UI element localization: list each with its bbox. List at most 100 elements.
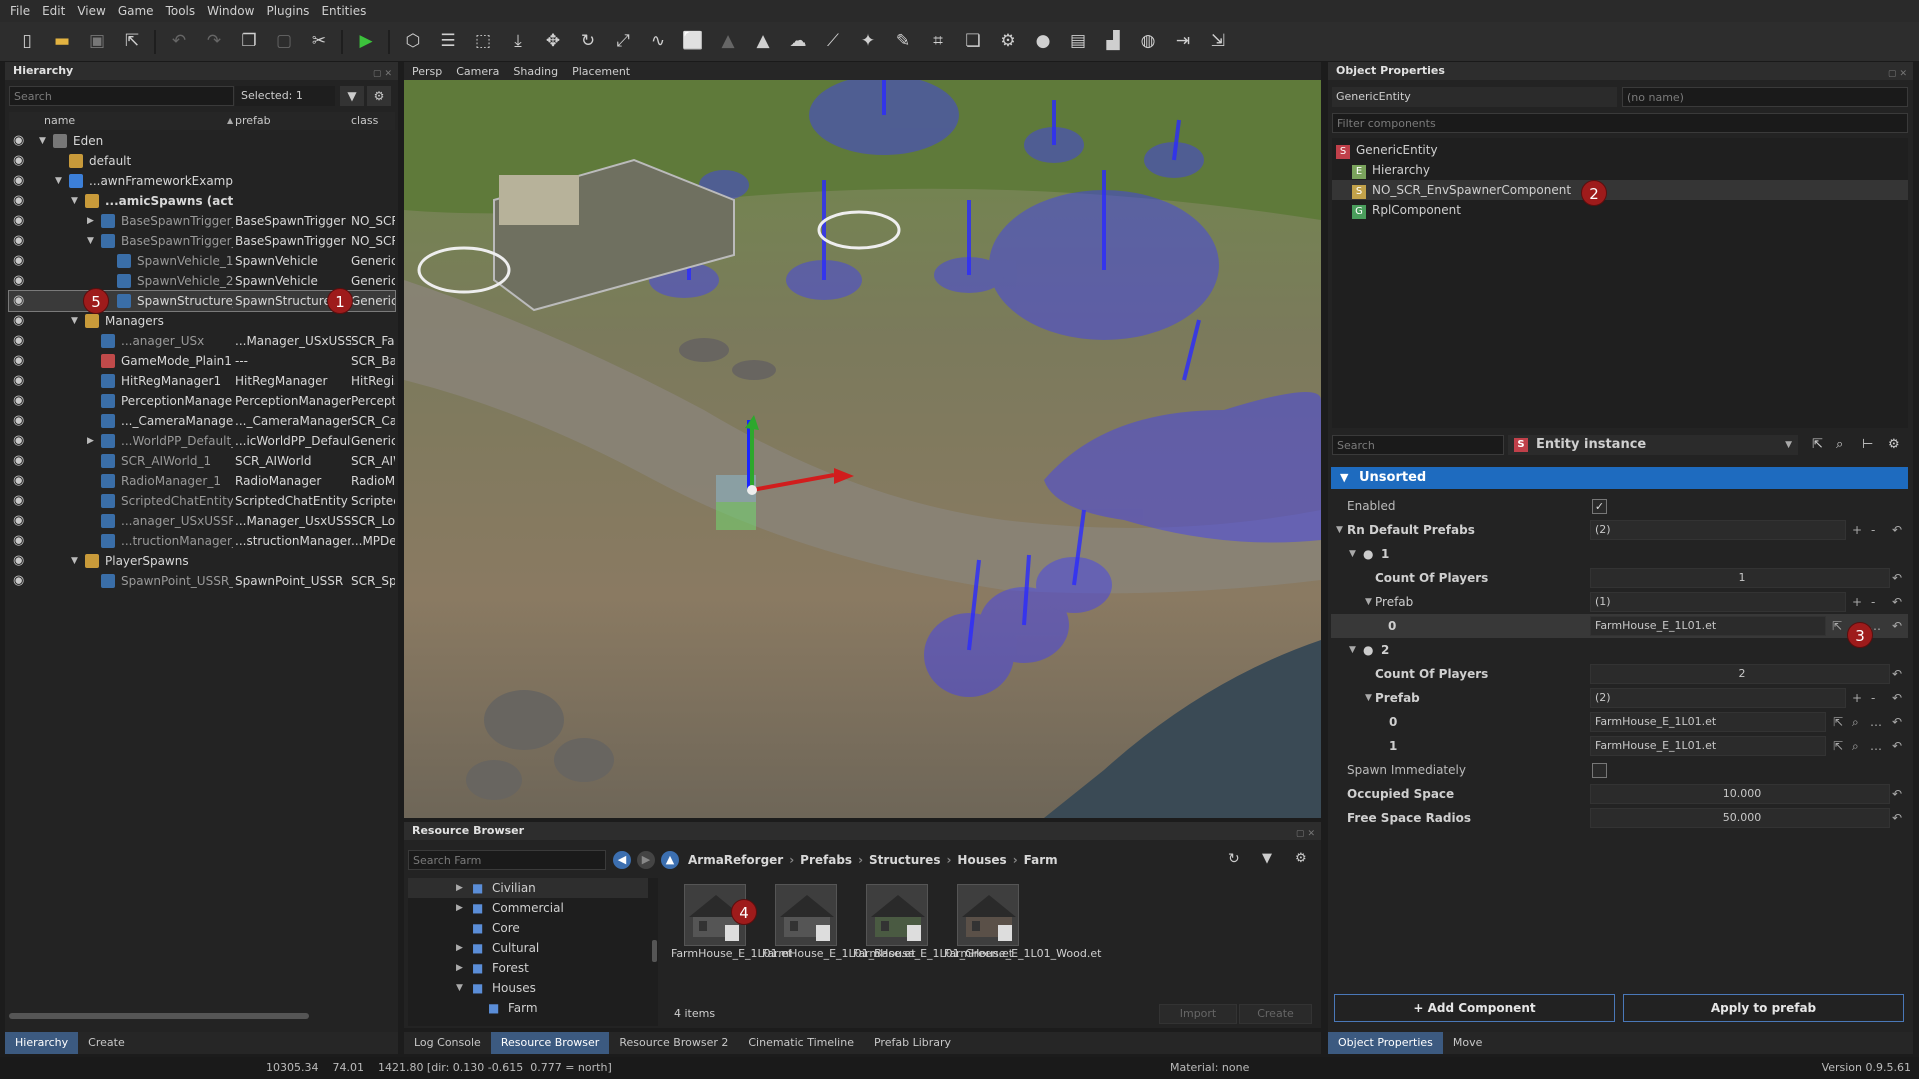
tree-scrollbar[interactable] bbox=[652, 940, 657, 962]
menu-game[interactable]: Game bbox=[118, 4, 154, 18]
hierarchy-row[interactable]: ◉ ▼ ...awnFrameworkExample bbox=[9, 171, 395, 191]
import-button[interactable]: Import bbox=[1159, 1004, 1237, 1024]
column-prefab[interactable]: prefab bbox=[235, 112, 271, 130]
chevron-down-icon[interactable]: ▼ bbox=[87, 231, 94, 251]
vertex-icon[interactable]: ▲ bbox=[750, 29, 776, 55]
more-icon[interactable]: … bbox=[1870, 734, 1882, 758]
hierarchy-row[interactable]: ◉ SCR_AIWorld_1 SCR_AIWorld SCR_AIW bbox=[9, 451, 395, 471]
visibility-eye-icon[interactable]: ◉ bbox=[13, 431, 29, 451]
reset-icon[interactable]: ↶ bbox=[1892, 662, 1902, 686]
export-icon[interactable]: ⇱ bbox=[119, 29, 145, 55]
hierarchy-row[interactable]: ◉ HitRegManager1 HitRegManager HitRegis bbox=[9, 371, 395, 391]
menu-plugins[interactable]: Plugins bbox=[266, 4, 309, 18]
column-name[interactable]: name bbox=[44, 112, 75, 130]
occupied-space-slider[interactable]: 10.000 bbox=[1590, 784, 1890, 804]
map-icon[interactable]: ▤ bbox=[1065, 29, 1091, 55]
visibility-eye-icon[interactable]: ◉ bbox=[13, 471, 29, 491]
entity-instance-dropdown[interactable]: S Entity instance ▼ bbox=[1508, 435, 1798, 455]
reset-icon[interactable]: ↶ bbox=[1892, 686, 1902, 710]
hierarchy-row[interactable]: ◉ ...tructionManager_1...structionManager… bbox=[9, 531, 395, 551]
chevron-down-icon[interactable]: ▼ bbox=[39, 131, 46, 151]
gear-icon[interactable]: ⚙ bbox=[1888, 437, 1900, 452]
add-component-button[interactable]: + Add Component bbox=[1334, 994, 1615, 1022]
panel-close-icon[interactable]: ▢ ✕ bbox=[1296, 825, 1315, 843]
hierarchy-row[interactable]: ◉ SpawnPoint_USSR_1SpawnPoint_USSR SCR_Spa bbox=[9, 571, 395, 591]
resource-search-input[interactable] bbox=[408, 850, 606, 870]
visibility-eye-icon[interactable]: ◉ bbox=[13, 131, 29, 151]
chevron-down-icon[interactable]: ▼ bbox=[1365, 590, 1372, 614]
search-icon[interactable]: ⌕ bbox=[1836, 437, 1843, 452]
breadcrumb-item[interactable]: Structures bbox=[869, 850, 940, 870]
hierarchy-row[interactable]: ◉ ▼ Managers bbox=[9, 311, 395, 331]
hierarchy-row[interactable]: ◉ ▼ PlayerSpawns bbox=[9, 551, 395, 571]
terrain-icon[interactable]: ▲ bbox=[715, 29, 741, 55]
breadcrumb-item[interactable]: ArmaReforger bbox=[688, 850, 783, 870]
remove-icon[interactable]: - bbox=[1871, 686, 1875, 710]
rotate-icon[interactable]: ↻ bbox=[575, 29, 601, 55]
reset-icon[interactable]: ↶ bbox=[1892, 734, 1902, 758]
prefab-resource-field[interactable]: FarmHouse_E_1L01.et bbox=[1590, 616, 1826, 636]
more-icon[interactable]: … bbox=[1870, 710, 1882, 734]
asset-thumbnail-farmhouse-green[interactable] bbox=[866, 884, 928, 946]
tab-object-properties[interactable]: Object Properties bbox=[1328, 1032, 1443, 1054]
new-file-icon[interactable]: ▯ bbox=[14, 29, 40, 55]
magic-wand-icon[interactable]: ✦ bbox=[855, 29, 881, 55]
apply-to-prefab-button[interactable]: Apply to prefab bbox=[1623, 994, 1904, 1022]
hierarchy-row[interactable]: ◉ ...anager_USx ...Manager_USxUSSRSCR_Fac bbox=[9, 331, 395, 351]
select-box-icon[interactable]: ⬚ bbox=[470, 29, 496, 55]
gear-icon[interactable]: ⚙ bbox=[367, 86, 391, 106]
tab-cinematic-timeline[interactable]: Cinematic Timeline bbox=[738, 1032, 864, 1054]
open-external-icon[interactable]: ⇱ bbox=[1833, 734, 1843, 758]
hierarchy-row[interactable]: ◉ RadioManager_1 RadioManager RadioM bbox=[9, 471, 395, 491]
properties-search-input[interactable] bbox=[1332, 435, 1504, 455]
tab-resource-browser[interactable]: Resource Browser bbox=[490, 1032, 610, 1054]
import-icon[interactable]: ⇥ bbox=[1170, 29, 1196, 55]
tree-item-core[interactable]: ■ Core bbox=[408, 918, 648, 938]
filter-components-input[interactable] bbox=[1332, 113, 1908, 133]
visibility-eye-icon[interactable]: ◉ bbox=[13, 511, 29, 531]
chevron-down-icon[interactable]: ▼ bbox=[1365, 686, 1372, 710]
chevron-down-icon[interactable]: ▼ bbox=[71, 311, 78, 331]
visibility-eye-icon[interactable]: ◉ bbox=[13, 351, 29, 371]
curve-icon[interactable]: ∿ bbox=[645, 29, 671, 55]
prefab-resource-field[interactable]: FarmHouse_E_1L01.et bbox=[1590, 736, 1826, 756]
back-icon[interactable]: ◀ bbox=[613, 851, 631, 869]
component-envspawner[interactable]: S NO_SCR_EnvSpawnerComponent bbox=[1332, 180, 1908, 200]
tab-persp[interactable]: Persp bbox=[412, 65, 442, 78]
menu-window[interactable]: Window bbox=[207, 4, 254, 18]
reset-icon[interactable]: ↶ bbox=[1892, 782, 1902, 806]
hierarchy-row[interactable]: ◉ SpawnVehicle_1SpawnVehicle GenericE bbox=[9, 251, 395, 271]
reset-icon[interactable]: ↶ bbox=[1892, 806, 1902, 830]
move-icon[interactable]: ✥ bbox=[540, 29, 566, 55]
chevron-right-icon[interactable]: ▶ bbox=[87, 431, 94, 451]
chevron-down-icon[interactable]: ▼ bbox=[71, 551, 78, 571]
menu-edit[interactable]: Edit bbox=[42, 4, 65, 18]
refresh-icon[interactable]: ↻ bbox=[1228, 851, 1240, 867]
hierarchy-search-input[interactable] bbox=[9, 86, 234, 106]
asset-thumbnail-farmhouse-wood[interactable] bbox=[957, 884, 1019, 946]
search-icon[interactable]: ⌕ bbox=[1852, 710, 1859, 734]
visibility-eye-icon[interactable]: ◉ bbox=[13, 251, 29, 271]
save-icon[interactable]: ▣ bbox=[84, 29, 110, 55]
menu-view[interactable]: View bbox=[77, 4, 105, 18]
3d-viewport[interactable] bbox=[404, 80, 1321, 818]
cut-icon[interactable]: ✂ bbox=[306, 29, 332, 55]
chevron-down-icon[interactable]: ▼ bbox=[1349, 638, 1356, 662]
chevron-down-icon[interactable]: ▼ bbox=[1349, 542, 1356, 566]
visibility-eye-icon[interactable]: ◉ bbox=[13, 171, 29, 191]
component-genericentity[interactable]: S GenericEntity bbox=[1336, 140, 1438, 160]
tree-item-cultural[interactable]: ▶ ■ Cultural bbox=[408, 938, 648, 958]
hierarchy-row[interactable]: ◉ ▼ ...amicSpawns (active) bbox=[9, 191, 395, 211]
count-players-input[interactable]: 2 bbox=[1590, 664, 1890, 684]
chevron-down-icon[interactable]: ▼ bbox=[71, 191, 78, 211]
visibility-eye-icon[interactable]: ◉ bbox=[13, 311, 29, 331]
hierarchy-row[interactable]: ◉ ▶ ...WorldPP_Default_1 ...icWorldPP_Defau… bbox=[9, 431, 395, 451]
pipeline-icon[interactable]: ▟ bbox=[1100, 29, 1126, 55]
visibility-eye-icon[interactable]: ◉ bbox=[13, 331, 29, 351]
chevron-down-icon[interactable]: ▼ bbox=[55, 171, 62, 191]
prefab-resource-field[interactable]: FarmHouse_E_1L01.et bbox=[1590, 712, 1826, 732]
tree-view-icon[interactable]: ⊢ bbox=[1862, 437, 1873, 452]
breadcrumb-item[interactable]: Prefabs bbox=[800, 850, 852, 870]
create-button[interactable]: Create bbox=[1239, 1004, 1312, 1024]
visibility-eye-icon[interactable]: ◉ bbox=[13, 451, 29, 471]
